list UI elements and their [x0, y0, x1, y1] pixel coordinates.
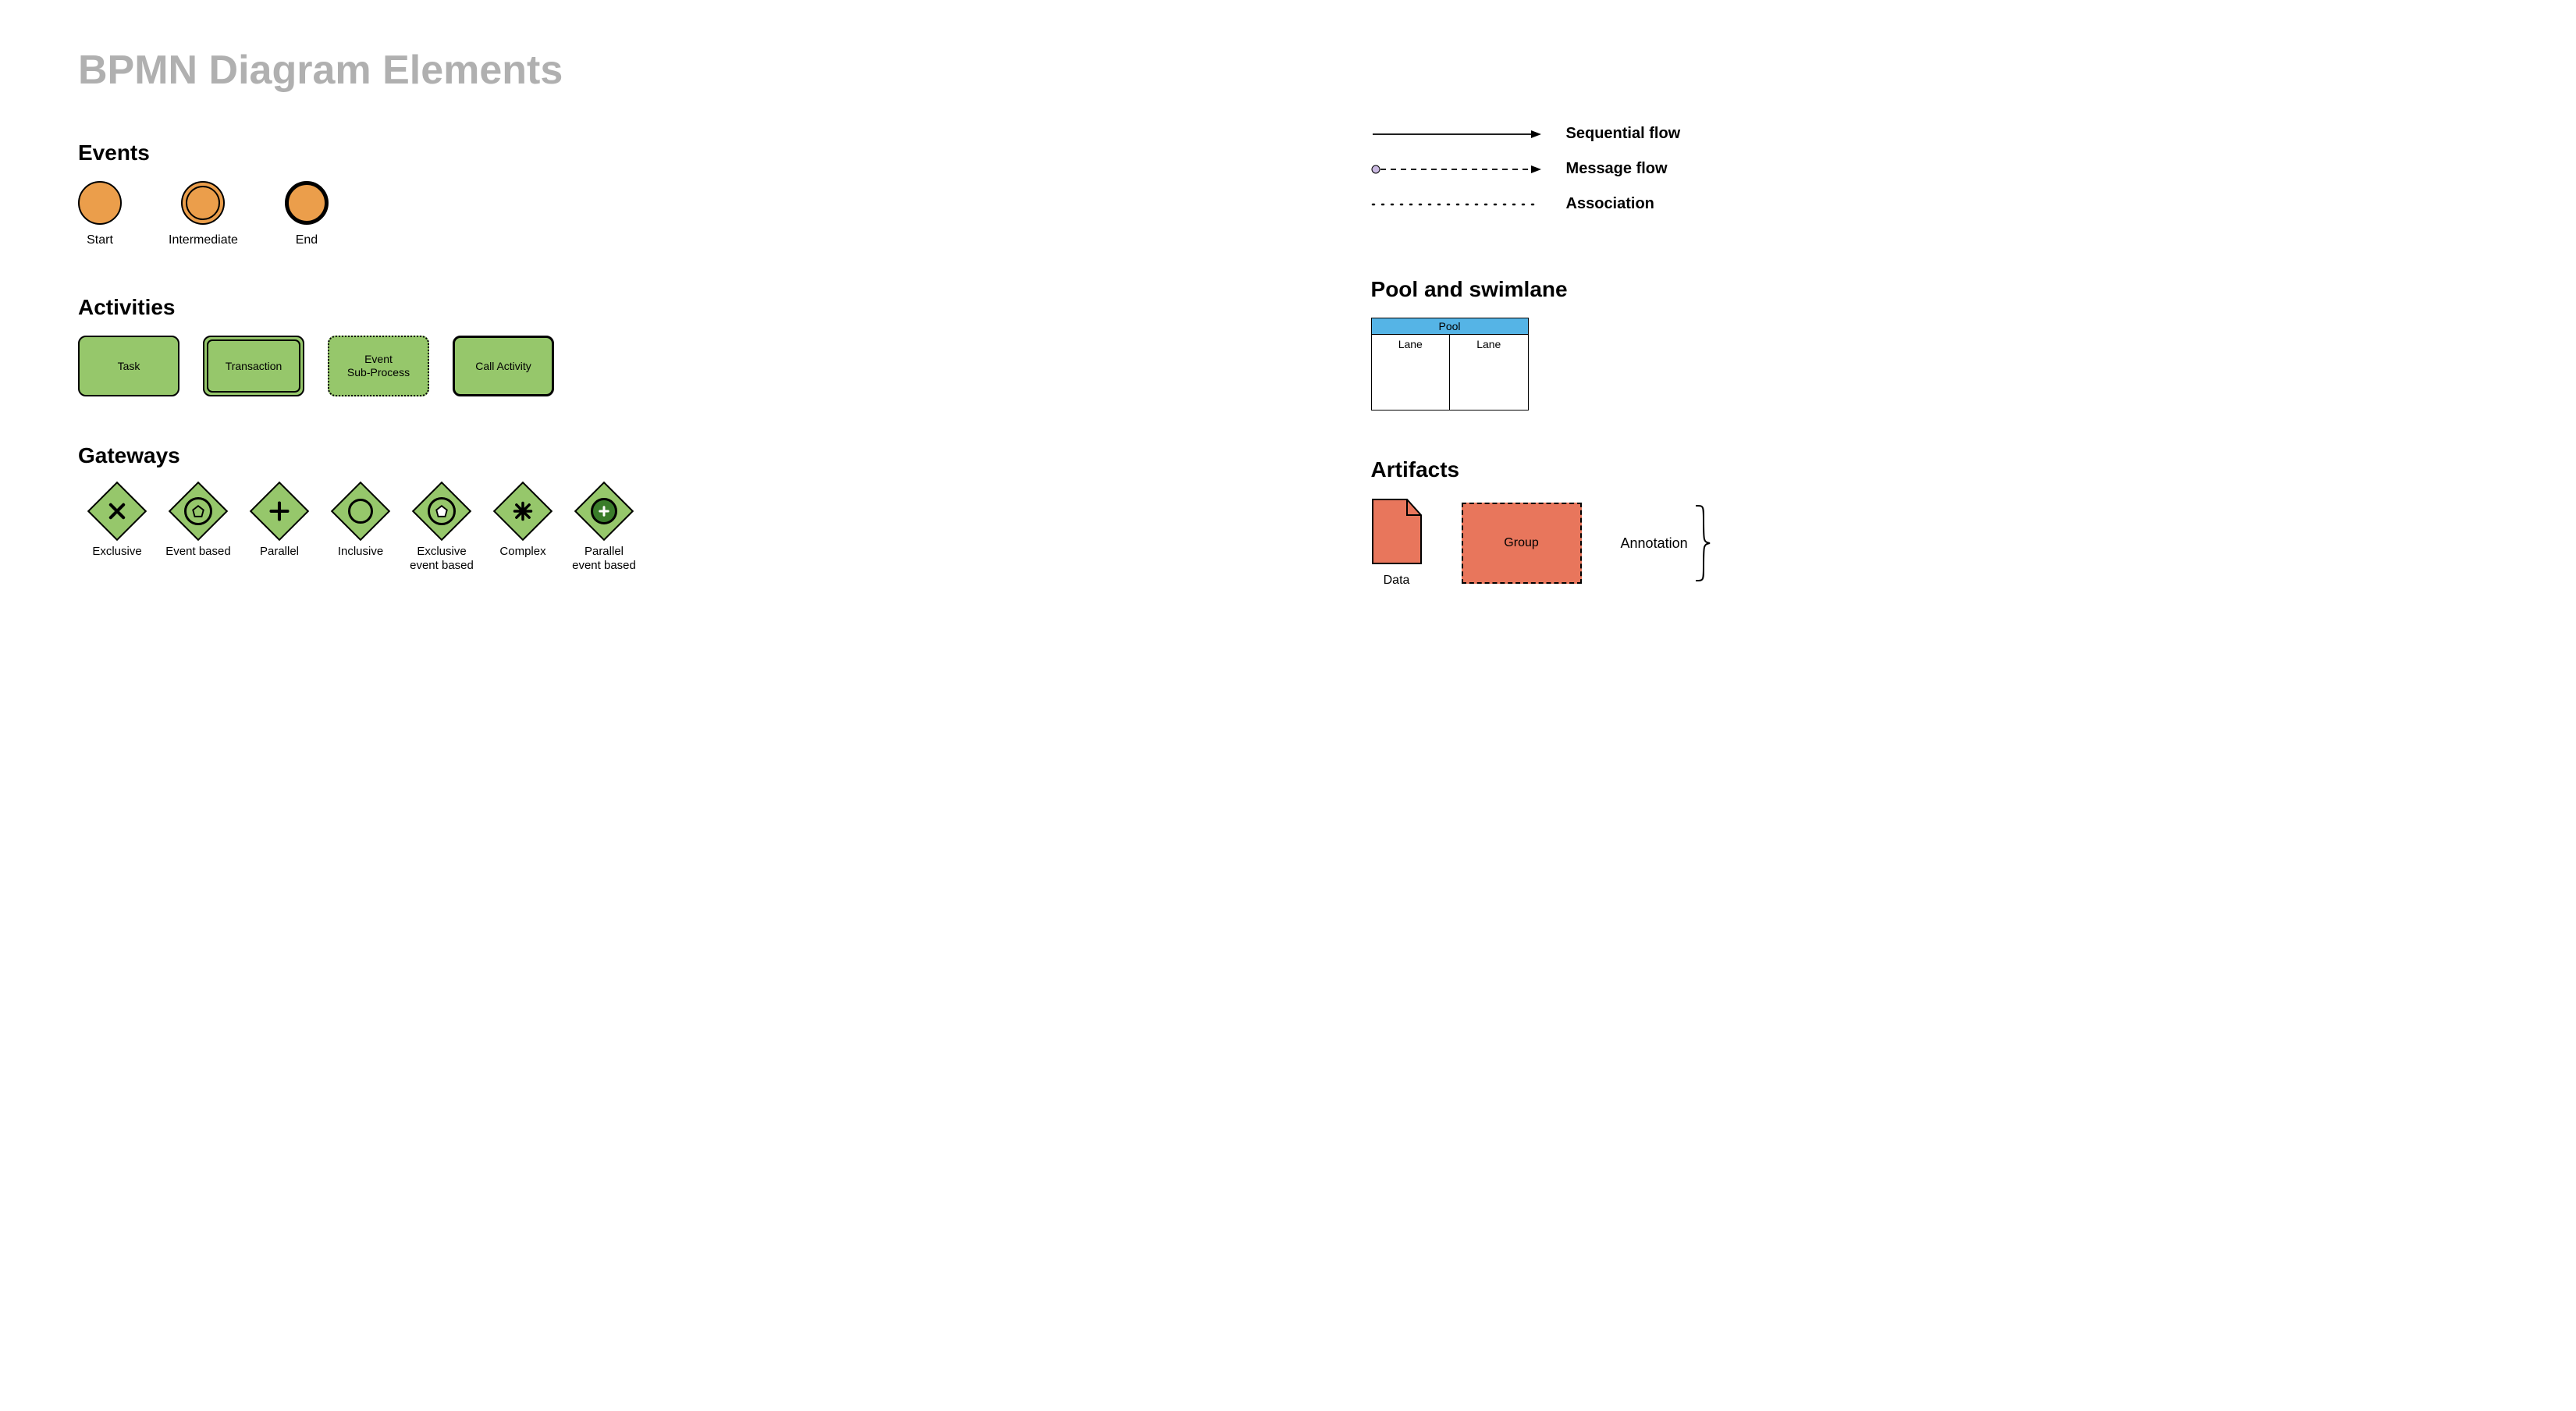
gateway-label: Event based [165, 545, 230, 559]
artifact-data: Data [1371, 498, 1423, 588]
event-label: Start [87, 233, 113, 248]
sequential-flow-icon [1371, 126, 1543, 142]
flow-association: Association [1371, 195, 2498, 213]
activities-row: Task Transaction Event Sub-Process Call … [78, 336, 1324, 396]
gateway-parallel: Parallel [240, 484, 318, 559]
data-object-icon [1371, 498, 1423, 565]
gateway-label: Parallel event based [572, 545, 636, 573]
flow-label: Association [1566, 195, 1654, 213]
activity-event-subprocess: Event Sub-Process [328, 336, 429, 396]
page-title: BPMN Diagram Elements [78, 47, 2498, 94]
activity-label: Event Sub-Process [347, 353, 410, 379]
start-event-icon [78, 181, 122, 225]
activity-label: Call Activity [475, 360, 531, 373]
parallel-event-based-gateway-icon [574, 482, 634, 541]
association-icon [1371, 197, 1543, 212]
artifact-group: Group [1462, 503, 1582, 584]
gateway-label: Parallel [260, 545, 299, 559]
activity-transaction: Transaction [203, 336, 304, 396]
gateway-label: Complex [499, 545, 545, 559]
event-label: End [296, 233, 318, 248]
section-heading-activities: Activities [78, 295, 1324, 320]
event-end: End [285, 181, 329, 248]
event-intermediate: Intermediate [169, 181, 238, 248]
artifact-label: Annotation [1621, 535, 1688, 552]
parallel-gateway-icon [250, 482, 309, 541]
section-heading-events: Events [78, 140, 1324, 165]
exclusive-gateway-icon [87, 482, 147, 541]
section-heading-pool: Pool and swimlane [1371, 277, 2498, 302]
flow-message: Message flow [1371, 160, 2498, 178]
message-flow-icon [1371, 162, 1543, 177]
gateway-parallel-event-based: Parallel event based [565, 484, 643, 573]
event-based-gateway-icon [169, 482, 228, 541]
artifacts-row: Data Group Annotation [1371, 498, 2498, 588]
gateway-label: Exclusive [92, 545, 141, 559]
gateway-label: Exclusive event based [410, 545, 474, 573]
events-row: Start Intermediate End [78, 181, 1324, 248]
gateway-complex: Complex [484, 484, 562, 559]
right-column: Sequential flow Message flow Association [1371, 117, 2498, 588]
exclusive-event-based-gateway-icon [412, 482, 471, 541]
intermediate-event-icon [181, 181, 225, 225]
lanes: Lane Lane [1372, 335, 1528, 410]
activity-label: Transaction [226, 360, 282, 373]
flows-legend: Sequential flow Message flow Association [1371, 125, 2498, 213]
columns: Events Start Intermediate End Activities [78, 117, 2498, 588]
gateway-event-based: Event based [159, 484, 237, 559]
section-heading-artifacts: Artifacts [1371, 457, 2498, 482]
end-event-icon [285, 181, 329, 225]
lane-1: Lane [1372, 335, 1451, 410]
lane-2: Lane [1450, 335, 1528, 410]
activity-task: Task [78, 336, 179, 396]
flow-label: Message flow [1566, 160, 1668, 178]
event-label: Intermediate [169, 233, 238, 248]
gateways-row: Exclusive Event based Parallel [78, 484, 1324, 573]
artifact-label: Data [1384, 573, 1410, 588]
pool-header: Pool [1372, 318, 1528, 335]
annotation-bracket-icon [1693, 504, 1711, 582]
inclusive-gateway-icon [331, 482, 390, 541]
activity-label: Task [118, 360, 140, 373]
event-start: Start [78, 181, 122, 248]
complex-gateway-icon [493, 482, 553, 541]
flow-label: Sequential flow [1566, 125, 1681, 143]
section-heading-gateways: Gateways [78, 443, 1324, 468]
activity-call: Call Activity [453, 336, 554, 396]
left-column: Events Start Intermediate End Activities [78, 117, 1324, 573]
gateway-exclusive-event-based: Exclusive event based [403, 484, 481, 573]
pool-container: Pool Lane Lane [1371, 318, 1529, 411]
bpmn-reference-page: BPMN Diagram Elements Events Start Inter… [0, 0, 2576, 651]
gateway-exclusive: Exclusive [78, 484, 156, 559]
artifact-label: Group [1504, 536, 1538, 550]
flow-sequential: Sequential flow [1371, 125, 2498, 143]
gateway-inclusive: Inclusive [322, 484, 400, 559]
gateway-label: Inclusive [338, 545, 383, 559]
artifact-annotation: Annotation [1621, 504, 1711, 582]
